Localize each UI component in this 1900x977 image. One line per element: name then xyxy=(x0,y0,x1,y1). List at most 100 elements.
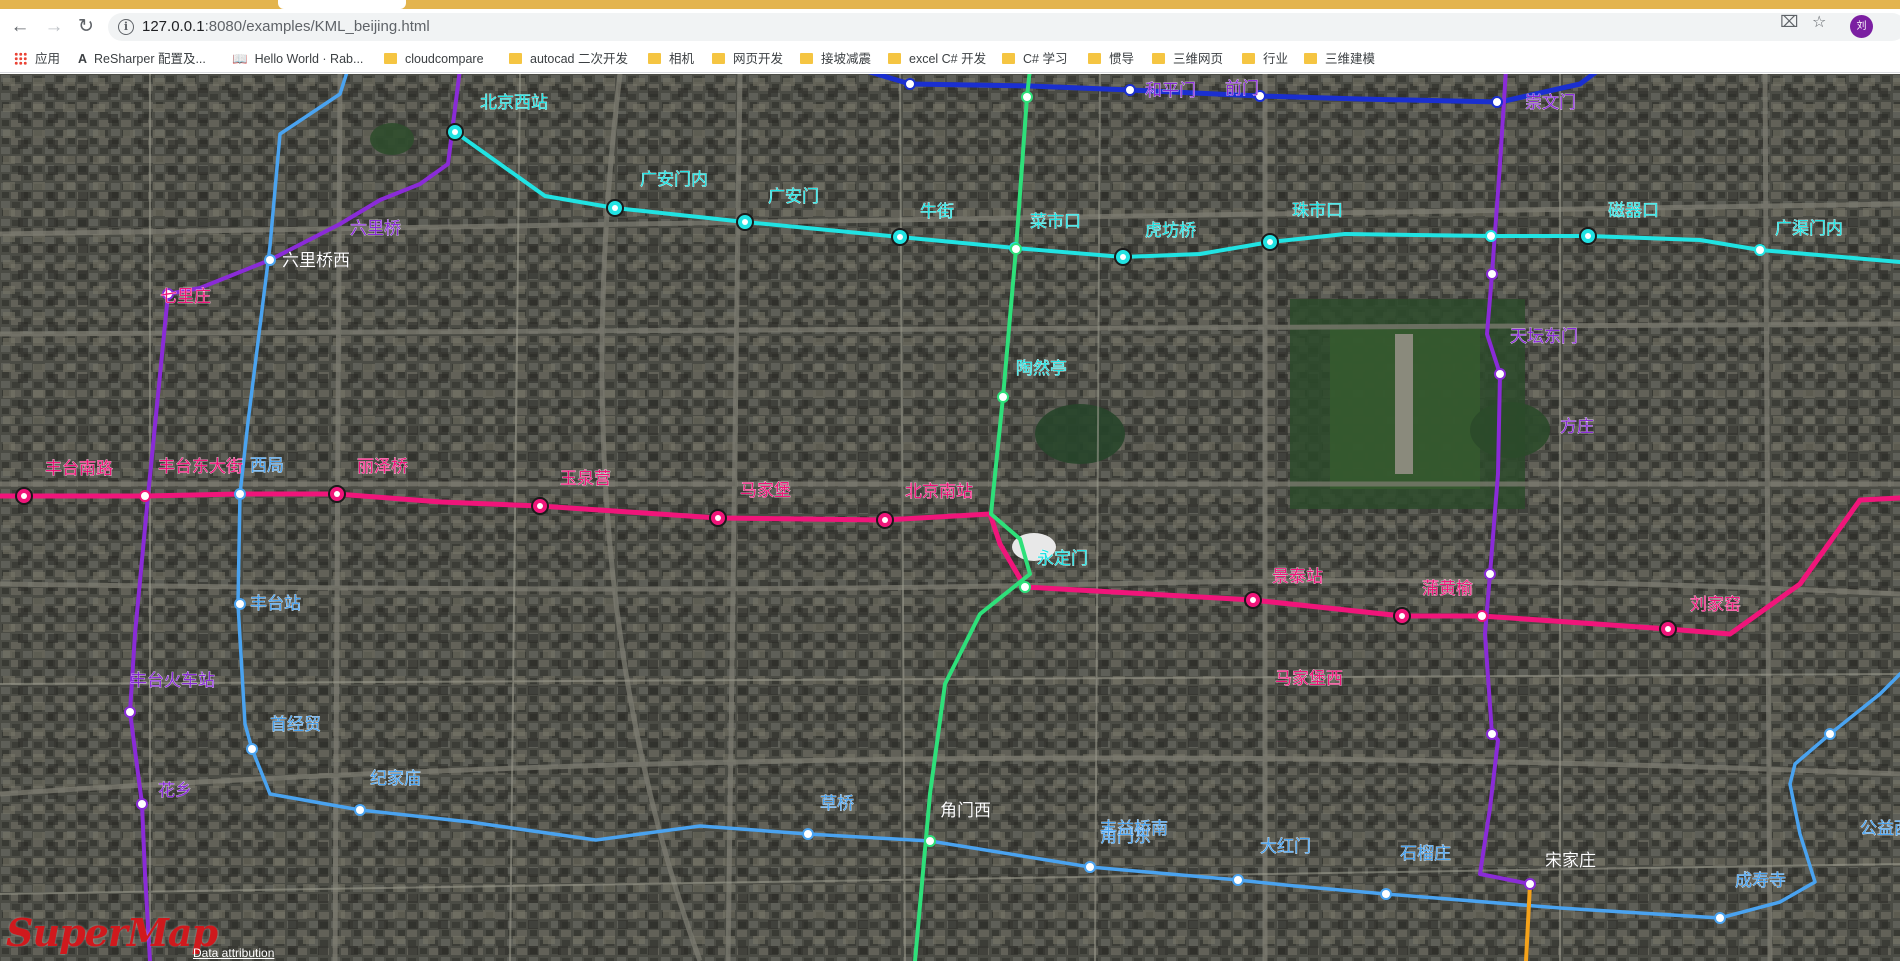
bookmark-autocad[interactable]: autocad 二次开发 xyxy=(509,50,628,68)
station-label[interactable]: 虎坊桥 xyxy=(1145,221,1197,242)
station-marker[interactable] xyxy=(1491,96,1503,108)
station-marker[interactable] xyxy=(124,706,136,718)
station-label[interactable]: 菜市口 xyxy=(1030,212,1082,233)
station-marker[interactable] xyxy=(997,391,1009,403)
station-label[interactable]: 前门 xyxy=(1225,79,1260,100)
station-label[interactable]: 牛街 xyxy=(920,202,955,223)
translate-icon[interactable]: ⌧ xyxy=(1780,9,1798,37)
bookmark-csharp[interactable]: C# 学习 xyxy=(1002,50,1067,68)
bookmark-3d-modeling[interactable]: 三维建模 xyxy=(1304,50,1375,68)
station-marker[interactable] xyxy=(1824,728,1836,740)
station-marker[interactable] xyxy=(1754,244,1766,256)
station-label[interactable]: 大红门 xyxy=(1260,837,1312,858)
station-label[interactable]: 丽泽桥 xyxy=(357,457,409,478)
map-canvas[interactable]: 北京西站广安门内广安门牛街 菜市口 虎坊桥珠市口 磁器口广渠门内六里桥西六里桥西局丰台… xyxy=(0,74,1900,961)
station-label[interactable]: 陶然亭 xyxy=(1016,359,1068,380)
station-marker[interactable] xyxy=(246,743,258,755)
forward-arrow-icon[interactable]: → xyxy=(42,15,66,39)
station-label[interactable]: 广渠门内 xyxy=(1775,219,1844,240)
station-marker[interactable] xyxy=(234,598,246,610)
station-label[interactable]: 六里桥西 xyxy=(282,251,351,272)
station-label[interactable]: 七里庄 xyxy=(160,287,212,308)
station-label[interactable]: 角门西 xyxy=(940,801,992,822)
station-marker[interactable] xyxy=(264,254,276,266)
back-arrow-icon[interactable]: ← xyxy=(8,15,32,39)
station-marker[interactable] xyxy=(1380,888,1392,900)
station-marker[interactable] xyxy=(139,490,151,502)
station-marker[interactable] xyxy=(1494,368,1506,380)
bookmark-hello-world[interactable]: 📖 Hello World · Rab... xyxy=(232,50,363,68)
station-marker[interactable] xyxy=(354,804,366,816)
station-label[interactable]: 公益西桥 xyxy=(1860,819,1900,840)
station-label[interactable]: 首经贸 xyxy=(270,715,322,736)
bookmark-camera[interactable]: 相机 xyxy=(648,50,694,68)
station-label[interactable]: 永定门 xyxy=(1037,549,1089,570)
station-label[interactable]: 广安门内 xyxy=(640,170,709,191)
site-info-icon[interactable]: i xyxy=(118,19,134,35)
bookmark-3d-web[interactable]: 三维网页 xyxy=(1152,50,1223,68)
station-label[interactable]: 和平门 xyxy=(1145,81,1197,102)
station-label[interactable]: 马家堡西 xyxy=(1275,669,1344,690)
station-label[interactable]: 丰台火车站 xyxy=(130,671,216,692)
profile-avatar[interactable]: 刘 xyxy=(1850,15,1873,38)
bookmark-apps[interactable]: 应用 xyxy=(14,50,60,68)
address-bar[interactable]: i 127.0.0.1:8080/examples/KML_beijing.ht… xyxy=(108,13,1900,41)
station-marker[interactable] xyxy=(904,78,916,90)
station-marker[interactable] xyxy=(1021,91,1033,103)
bookmark-cloudcompare[interactable]: cloudcompare xyxy=(384,50,484,68)
station-label[interactable]: 纪家庙 xyxy=(370,769,422,790)
station-marker[interactable] xyxy=(1476,610,1488,622)
station-marker[interactable] xyxy=(1232,874,1244,886)
bookmark-industry[interactable]: 行业 xyxy=(1242,50,1288,68)
station-marker[interactable] xyxy=(1714,912,1726,924)
station-label[interactable]: 广安门 xyxy=(768,187,820,208)
station-marker[interactable] xyxy=(234,488,246,500)
bookmark-resharper[interactable]: А ReSharper 配置及... xyxy=(78,50,206,68)
station-label[interactable]: 蒲黄榆 xyxy=(1422,579,1474,600)
station-marker[interactable] xyxy=(1484,568,1496,580)
station-label[interactable]: 磁器口 xyxy=(1608,201,1660,222)
station-label[interactable]: 景泰站 xyxy=(1272,567,1324,588)
station-label[interactable]: 草桥 xyxy=(820,794,855,815)
station-label[interactable]: 北京南站 xyxy=(905,482,974,503)
station-label[interactable]: 刘家窑 xyxy=(1690,595,1742,616)
url-text[interactable]: 127.0.0.1:8080/examples/KML_beijing.html xyxy=(142,18,430,35)
station-label[interactable]: 丰台东大街 xyxy=(158,457,244,478)
station-marker[interactable] xyxy=(1485,230,1497,242)
station-label[interactable]: 北京西站 xyxy=(480,93,549,114)
bookmark-excel[interactable]: excel C# 开发 xyxy=(888,50,986,68)
station-label[interactable]: 丰台站 xyxy=(250,594,302,615)
station-marker[interactable] xyxy=(136,798,148,810)
station-label[interactable]: 方庄 xyxy=(1560,417,1595,438)
station-label[interactable]: 珠市口 xyxy=(1292,201,1344,222)
reload-icon[interactable]: ↻ xyxy=(74,15,98,39)
station-marker[interactable] xyxy=(1010,243,1022,255)
bookmark-slope[interactable]: 接坡减震 xyxy=(800,50,871,68)
station-marker[interactable] xyxy=(1486,728,1498,740)
station-label[interactable]: 成寿寺 xyxy=(1735,871,1787,892)
station-label[interactable]: 丰台南路 xyxy=(45,459,114,480)
station-marker[interactable] xyxy=(1019,581,1031,593)
map-viewer[interactable]: 北京西站 广安门内 广安门 牛街 菜市口 虎坊桥 珠市口 磁器口 广渠门内 六里桥西 六里桥 西局 丰台… xyxy=(0,74,1900,961)
station-label[interactable]: 西局 xyxy=(250,456,285,477)
station-marker[interactable] xyxy=(1524,878,1536,890)
station-label[interactable]: 马家堡 xyxy=(740,481,792,502)
station-marker[interactable] xyxy=(1084,861,1096,873)
station-label[interactable]: 天坛东门 xyxy=(1510,327,1579,348)
data-attribution-link[interactable]: Data attribution xyxy=(193,946,274,960)
station-label[interactable]: 崇文门 xyxy=(1525,93,1577,114)
bookmark-web-dev[interactable]: 网页开发 xyxy=(712,50,783,68)
active-tab[interactable] xyxy=(278,0,406,9)
bookmark-ins[interactable]: 惯导 xyxy=(1088,50,1134,68)
station-label[interactable]: 石榴庄 xyxy=(1400,844,1452,865)
station-marker[interactable] xyxy=(1124,84,1136,96)
station-label[interactable]: 玉泉营 xyxy=(560,469,612,490)
station-marker[interactable] xyxy=(1486,268,1498,280)
station-label[interactable]: 丰益桥南 xyxy=(1100,819,1169,840)
bookmark-star-icon[interactable]: ☆ xyxy=(1812,9,1826,37)
station-label[interactable]: 宋家庄 xyxy=(1545,851,1597,872)
station-marker[interactable] xyxy=(924,835,936,847)
station-label[interactable]: 六里桥 xyxy=(350,219,402,240)
station-marker[interactable] xyxy=(802,828,814,840)
station-label[interactable]: 花乡 xyxy=(158,781,193,802)
